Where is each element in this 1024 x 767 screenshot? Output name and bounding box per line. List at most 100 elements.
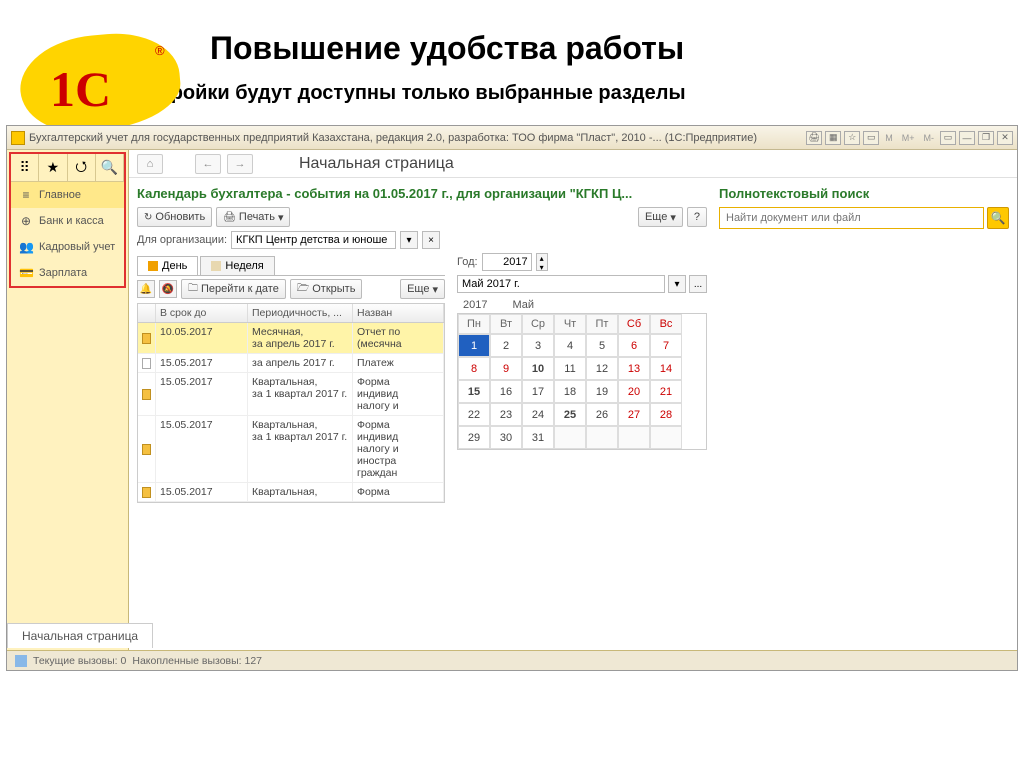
calendar-icon: [211, 261, 221, 271]
calendar-day[interactable]: 11: [554, 357, 586, 380]
print-button[interactable]: 🖨Печать ▾: [216, 207, 290, 227]
calendar-day[interactable]: 28: [650, 403, 682, 426]
calendar-day[interactable]: 29: [458, 426, 490, 449]
calendar-day[interactable]: 30: [490, 426, 522, 449]
menu-icon: ≡: [19, 188, 33, 202]
calendar-day[interactable]: 10: [522, 357, 554, 380]
table-row[interactable]: 15.05.2017за апрель 2017 г.Платеж: [138, 354, 444, 373]
month-picker[interactable]: ...: [689, 275, 707, 293]
people-icon: 👥: [19, 240, 33, 254]
calendar-day[interactable]: 25: [554, 403, 586, 426]
calendar-day: [618, 426, 650, 449]
calendar-day[interactable]: 15: [458, 380, 490, 403]
refresh-button[interactable]: ↻Обновить: [137, 207, 212, 227]
bell-grey-icon[interactable]: 🔕: [159, 280, 177, 298]
col-period[interactable]: Периодичность, ...: [248, 304, 353, 322]
bottom-tab-home[interactable]: Начальная страница: [7, 623, 153, 648]
calendar-day[interactable]: 4: [554, 334, 586, 357]
sidebar-item-salary[interactable]: 💳 Зарплата: [11, 260, 124, 286]
tb-btn[interactable]: ▭: [940, 131, 956, 145]
table-row[interactable]: 10.05.2017Месячная, за апрель 2017 г.Отч…: [138, 323, 444, 354]
status-current: Текущие вызовы: 0: [33, 655, 126, 667]
month-input[interactable]: [457, 275, 665, 293]
forward-button[interactable]: →: [227, 154, 253, 174]
table-row[interactable]: 15.05.2017Квартальная,Форма: [138, 483, 444, 502]
calendar-day[interactable]: 27: [618, 403, 650, 426]
bell-red-icon[interactable]: 🔔: [137, 280, 155, 298]
sidebar-item-bank[interactable]: ⊕ Банк и касса: [11, 208, 124, 234]
calendar-day[interactable]: 18: [554, 380, 586, 403]
titlebar-text: Бухгалтерский учет для государственных п…: [29, 132, 806, 144]
sidebar-item-label: Зарплата: [39, 267, 87, 279]
document-icon: [142, 444, 151, 455]
calendar-day[interactable]: 12: [586, 357, 618, 380]
status-accumulated: Накопленные вызовы: 127: [132, 655, 262, 667]
more-button-2[interactable]: Еще ▾: [400, 279, 445, 299]
sidebar-item-main[interactable]: ≡ Главное: [11, 182, 124, 208]
calendar-day[interactable]: 7: [650, 334, 682, 357]
calendar-day[interactable]: 24: [522, 403, 554, 426]
calendar-day[interactable]: 31: [522, 426, 554, 449]
cal-year: 2017: [463, 299, 487, 311]
calendar-day[interactable]: 3: [522, 334, 554, 357]
tab-day[interactable]: День: [137, 256, 198, 275]
goto-date-button[interactable]: 🗀Перейти к дате: [181, 279, 286, 299]
calendar-day[interactable]: 13: [618, 357, 650, 380]
calendar-day[interactable]: 6: [618, 334, 650, 357]
month-dropdown[interactable]: ▾: [668, 275, 686, 293]
tb-print-icon[interactable]: 🖨: [806, 131, 822, 145]
refresh-icon: ↻: [144, 212, 152, 223]
calendar-day[interactable]: 23: [490, 403, 522, 426]
calendar-day[interactable]: 26: [586, 403, 618, 426]
org-clear[interactable]: ×: [422, 231, 440, 249]
folder-icon: 🗀: [188, 281, 198, 298]
cal-dow: Вс: [650, 314, 682, 334]
year-input[interactable]: [482, 253, 532, 271]
memory-m[interactable]: М: [882, 133, 896, 143]
year-spinner[interactable]: ▴▾: [536, 253, 548, 271]
memory-mminus[interactable]: М-: [921, 133, 938, 143]
help-button[interactable]: ?: [687, 207, 707, 227]
search-button[interactable]: 🔍: [987, 207, 1009, 229]
table-row[interactable]: 15.05.2017Квартальная, за 1 квартал 2017…: [138, 373, 444, 416]
calendar-day[interactable]: 16: [490, 380, 522, 403]
search-icon[interactable]: 🔍: [96, 154, 124, 181]
calendar-day[interactable]: 22: [458, 403, 490, 426]
history-icon[interactable]: ⭯: [68, 154, 96, 181]
calendar-day[interactable]: 8: [458, 357, 490, 380]
tb-btn[interactable]: ▦: [825, 131, 841, 145]
more-button[interactable]: Еще ▾: [638, 207, 683, 227]
col-deadline[interactable]: В срок до: [156, 304, 248, 322]
calendar-day[interactable]: 19: [586, 380, 618, 403]
col-name[interactable]: Назван: [353, 304, 444, 322]
tb-btn[interactable]: ☆: [844, 131, 860, 145]
calendar-day[interactable]: 9: [490, 357, 522, 380]
sections-icon[interactable]: ⠿: [11, 154, 39, 181]
open-button[interactable]: 🗁Открыть: [290, 279, 363, 299]
org-input[interactable]: [231, 231, 396, 249]
calendar-day[interactable]: 2: [490, 334, 522, 357]
calendar-title: Календарь бухгалтера - события на 01.05.…: [137, 186, 707, 201]
memory-mplus[interactable]: М+: [899, 133, 918, 143]
tb-btn[interactable]: ▭: [863, 131, 879, 145]
maximize-icon[interactable]: ❐: [978, 131, 994, 145]
cal-dow: Вт: [490, 314, 522, 334]
tab-week[interactable]: Неделя: [200, 256, 274, 275]
sidebar-item-label: Главное: [39, 189, 81, 201]
close-icon[interactable]: ✕: [997, 131, 1013, 145]
sidebar-item-hr[interactable]: 👥 Кадровый учет: [11, 234, 124, 260]
table-row[interactable]: 15.05.2017Квартальная, за 1 квартал 2017…: [138, 416, 444, 483]
calendar-day[interactable]: 1: [458, 334, 490, 357]
back-button[interactable]: ←: [195, 154, 221, 174]
calendar-day[interactable]: 5: [586, 334, 618, 357]
home-button[interactable]: ⌂: [137, 154, 163, 174]
org-dropdown[interactable]: ▾: [400, 231, 418, 249]
favorites-icon[interactable]: ★: [39, 154, 67, 181]
calendar-day[interactable]: 17: [522, 380, 554, 403]
calendar-day: [586, 426, 618, 449]
calendar-day[interactable]: 14: [650, 357, 682, 380]
calendar-day[interactable]: 21: [650, 380, 682, 403]
minimize-icon[interactable]: —: [959, 131, 975, 145]
fulltext-search-input[interactable]: [719, 207, 984, 229]
calendar-day[interactable]: 20: [618, 380, 650, 403]
